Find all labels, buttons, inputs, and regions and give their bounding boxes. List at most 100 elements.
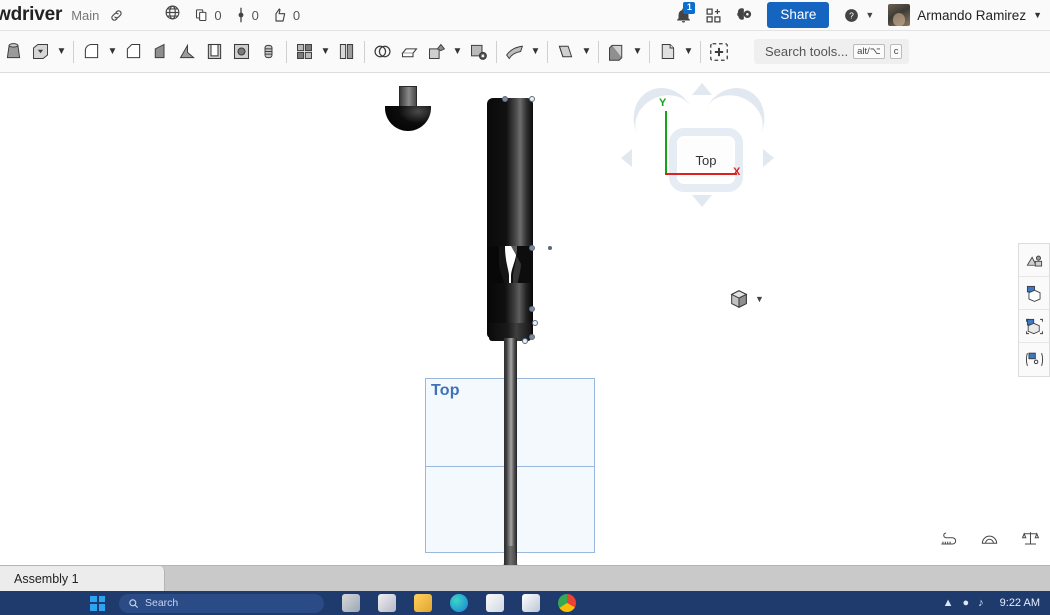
tray-chevron-up-icon[interactable]: ▲ <box>943 597 954 609</box>
insert-feature-tool[interactable] <box>705 37 732 67</box>
chrome-browser-icon[interactable] <box>558 594 576 612</box>
pattern-tool[interactable] <box>291 37 318 67</box>
plane-label: Top <box>431 382 460 399</box>
copies-count: 0 <box>214 7 222 23</box>
fillet-tool[interactable] <box>78 37 105 67</box>
versions-indicator[interactable]: 0 <box>235 7 259 23</box>
vertex-point[interactable] <box>522 338 528 344</box>
thread-tool[interactable] <box>255 37 282 67</box>
draft-tool[interactable] <box>147 37 174 67</box>
cap-dome <box>385 106 431 131</box>
mail-icon[interactable] <box>378 594 396 612</box>
windows-start-icon[interactable] <box>90 595 105 611</box>
view-orientation-cube[interactable]: Top Y X <box>615 77 785 218</box>
vertex-point[interactable] <box>529 334 535 340</box>
delete-part-tool[interactable] <box>465 37 492 67</box>
surface-chevron-down-icon[interactable]: ▼ <box>579 37 594 67</box>
globe-public-icon[interactable] <box>164 4 181 26</box>
taskbar-search-input[interactable]: Search <box>119 593 324 613</box>
sheet-metal-tool[interactable] <box>501 37 528 67</box>
rail-mesh[interactable] <box>1019 277 1049 310</box>
user-avatar[interactable] <box>888 4 911 26</box>
volume-icon[interactable]: ♪ <box>978 597 984 609</box>
rail-appearance[interactable] <box>1019 244 1049 277</box>
search-shortcut-key: c <box>889 44 903 59</box>
chamfer-tool[interactable] <box>120 37 147 67</box>
search-placeholder: Search tools... <box>765 44 849 59</box>
view-mode-chevron-down-icon[interactable]: ▼ <box>755 294 764 304</box>
toolbar-divider <box>700 40 701 63</box>
file-explorer-icon[interactable] <box>414 594 432 612</box>
rib-tool[interactable] <box>174 37 201 67</box>
variable-tool[interactable] <box>654 37 681 67</box>
viewcube-face-label[interactable]: Top <box>677 136 735 184</box>
variable-chevron-down-icon[interactable]: ▼ <box>681 37 696 67</box>
pattern-chevron-down-icon[interactable]: ▼ <box>318 37 333 67</box>
hole-tool[interactable] <box>228 37 255 67</box>
network-icon[interactable]: ● <box>962 597 969 609</box>
user-menu-chevron-down-icon[interactable]: ▼ <box>1033 10 1042 20</box>
rail-explode[interactable] <box>1019 343 1049 376</box>
cap-stem <box>399 86 417 108</box>
extrude-tool[interactable] <box>27 37 54 67</box>
edge-browser-icon[interactable] <box>450 594 468 612</box>
fillet-chevron-down-icon[interactable]: ▼ <box>105 37 120 67</box>
apps-grid-plus-icon[interactable] <box>705 7 722 24</box>
split-tool[interactable] <box>396 37 423 67</box>
rotate-cw-arc[interactable] <box>706 77 776 135</box>
copies-indicator[interactable]: 0 <box>194 7 222 23</box>
mass-properties-tool[interactable] <box>1021 529 1040 553</box>
notification-badge: 1 <box>683 1 696 14</box>
share-button[interactable]: Share <box>767 2 830 28</box>
likes-indicator[interactable]: 0 <box>272 7 300 23</box>
measure-length-tool[interactable] <box>939 529 958 553</box>
view-tools-rail <box>1018 243 1050 377</box>
photos-icon[interactable] <box>522 594 540 612</box>
view-right-arrow-icon[interactable] <box>763 149 774 167</box>
link-icon[interactable] <box>109 8 124 23</box>
toolbar-divider <box>73 40 74 63</box>
measure-angle-tool[interactable] <box>980 529 999 553</box>
derive-chevron-down-icon[interactable]: ▼ <box>630 37 645 67</box>
rail-section[interactable] <box>1019 310 1049 343</box>
view-mode-dropdown[interactable]: ▼ <box>728 288 764 310</box>
y-axis-label: Y <box>659 97 667 109</box>
microsoft-store-icon[interactable] <box>486 594 504 612</box>
help-menu[interactable]: ? ▼ <box>843 7 874 24</box>
onshape-app-window: wdriver Main 0 0 0 1 Share ? ▼ Armando R… <box>0 0 1050 615</box>
boolean-tool[interactable] <box>369 37 396 67</box>
graphics-canvas[interactable]: Top Top Y X ▼ <box>0 73 1050 565</box>
toolbar-divider <box>598 40 599 63</box>
mirror-tool[interactable] <box>333 37 360 67</box>
brain-assistant-icon[interactable] <box>735 6 753 24</box>
sheetmetal-chevron-down-icon[interactable]: ▼ <box>528 37 543 67</box>
taskbar-clock[interactable]: 9:22 AM <box>1000 597 1040 609</box>
toolbar-divider <box>547 40 548 63</box>
derive-tool[interactable] <box>603 37 630 67</box>
vertex-point[interactable] <box>529 96 535 102</box>
view-up-arrow-icon[interactable] <box>692 83 712 95</box>
extrude-chevron-down-icon[interactable]: ▼ <box>54 37 69 67</box>
document-title: wdriver <box>0 4 63 25</box>
view-left-arrow-icon[interactable] <box>621 149 632 167</box>
revolve-tool[interactable] <box>0 37 27 67</box>
toolbar-divider <box>496 40 497 63</box>
transform-tool[interactable] <box>423 37 450 67</box>
vertex-point[interactable] <box>529 245 535 251</box>
tab-assembly-1[interactable]: Assembly 1 <box>0 566 165 592</box>
top-bar: wdriver Main 0 0 0 1 Share ? ▼ Armando R… <box>0 0 1050 31</box>
selection-dot[interactable] <box>548 246 552 250</box>
transform-chevron-down-icon[interactable]: ▼ <box>450 37 465 67</box>
surface-tool[interactable] <box>552 37 579 67</box>
vertex-point[interactable] <box>532 320 538 326</box>
shell-tool[interactable] <box>201 37 228 67</box>
vertex-point[interactable] <box>502 96 508 102</box>
notifications-button[interactable]: 1 <box>675 1 696 24</box>
x-axis-label: X <box>733 166 741 178</box>
view-down-arrow-icon[interactable] <box>692 195 712 207</box>
taskview-icon[interactable] <box>342 594 360 612</box>
rotate-ccw-arc[interactable] <box>622 77 692 135</box>
vertex-point[interactable] <box>529 306 535 312</box>
shaded-cube-icon <box>730 290 748 309</box>
search-tools-input[interactable]: Search tools... alt/⌥ c <box>754 39 910 64</box>
